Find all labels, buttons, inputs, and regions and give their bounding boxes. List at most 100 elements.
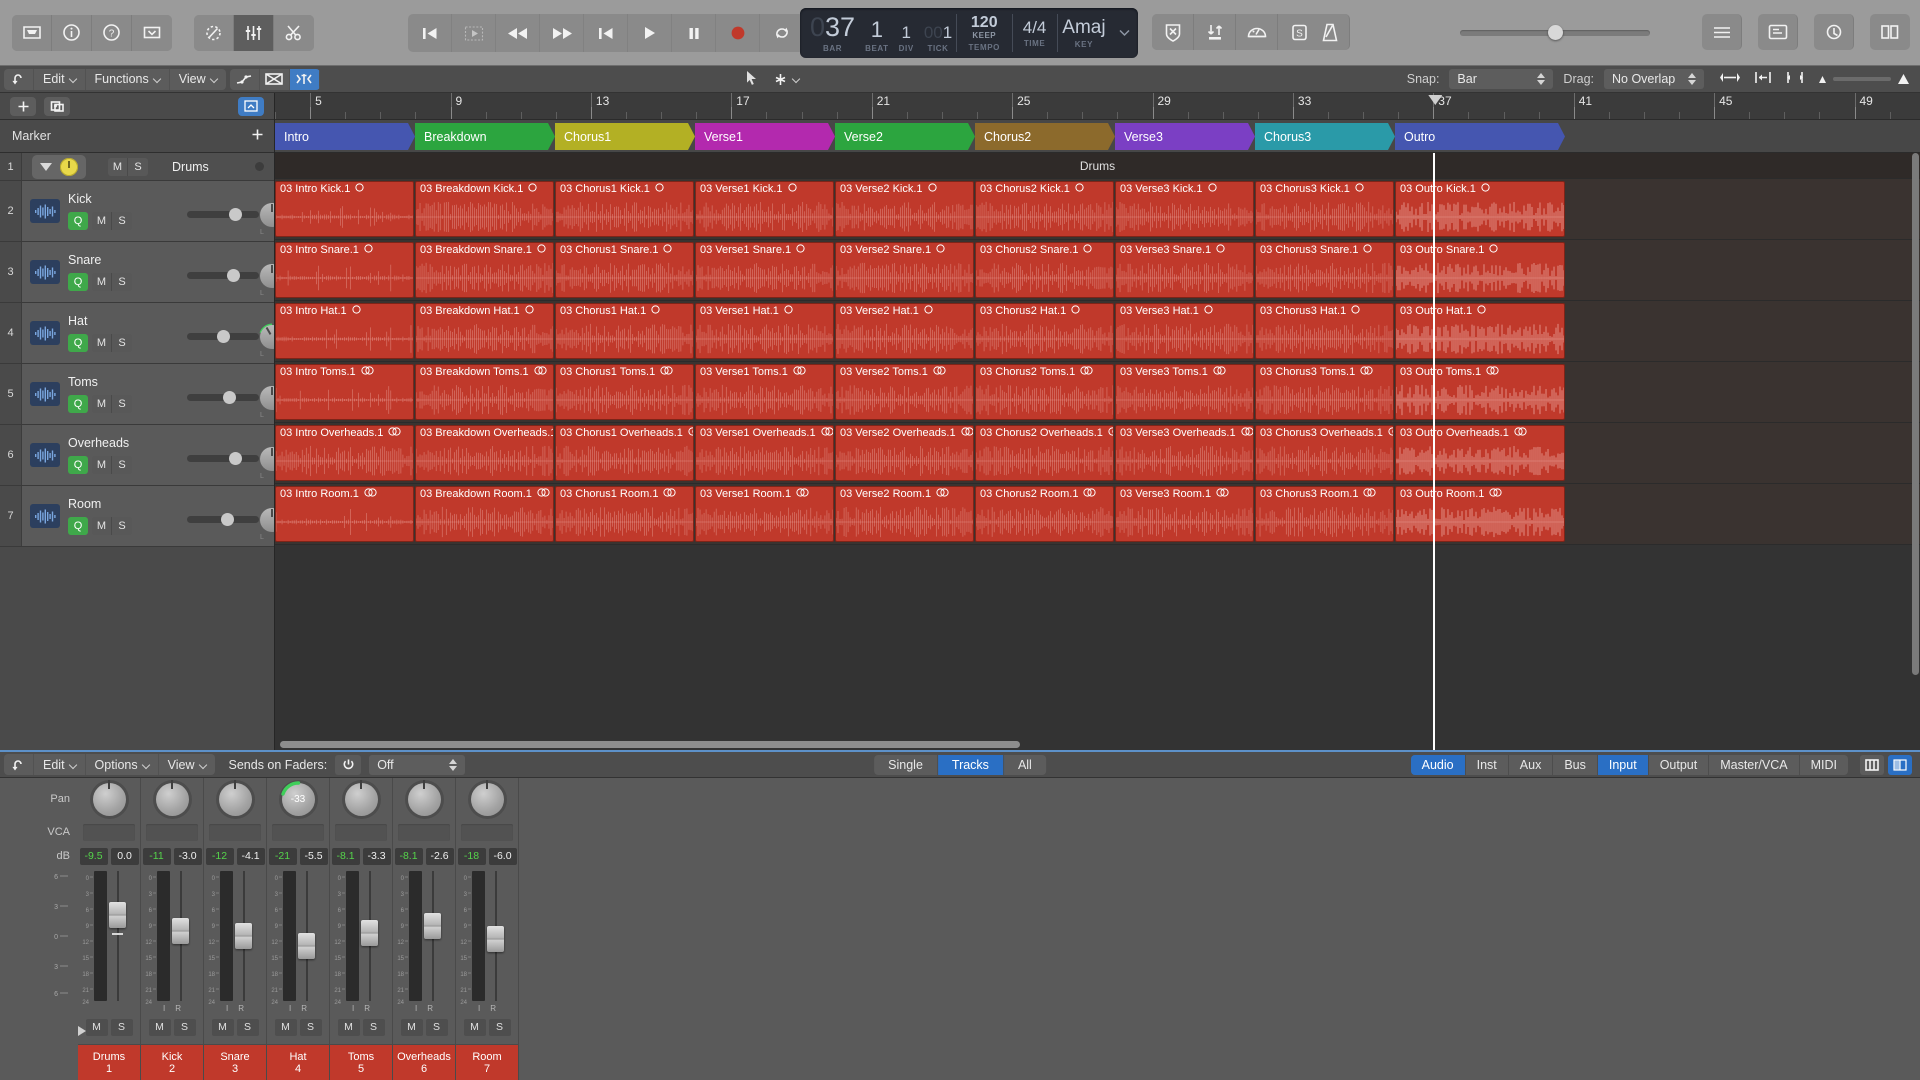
track-header-body[interactable]: M S Drums (22, 153, 274, 180)
snap-tool-icon[interactable] (289, 68, 320, 90)
region[interactable]: 03 Intro Toms.1 (275, 364, 414, 420)
pan-knob[interactable]: LR (260, 386, 274, 419)
vca-row[interactable] (398, 820, 450, 844)
mute-button[interactable]: M (92, 273, 112, 291)
region[interactable]: 03 Breakdown Room.1 (415, 486, 554, 542)
region[interactable]: 03 Intro Hat.1 (275, 303, 414, 359)
mixer-filter-aux[interactable]: Aux (1509, 754, 1554, 775)
region[interactable]: 03 Chorus1 Kick.1 (555, 181, 694, 237)
vca-row[interactable] (272, 820, 324, 844)
rewind-button[interactable] (496, 14, 540, 52)
cycle-button[interactable] (760, 14, 804, 52)
single-view-icon[interactable] (1860, 754, 1884, 775)
zoom-fit-icon[interactable] (1754, 71, 1772, 87)
mixer-menu-view[interactable]: View (159, 754, 215, 775)
scissors-icon[interactable] (274, 14, 314, 51)
mixer-scope-tracks[interactable]: Tracks (937, 754, 1004, 775)
quantize-button[interactable]: Q (68, 456, 88, 474)
region[interactable]: 03 Outro Snare.1 (1395, 242, 1565, 298)
sends-on-faders-select[interactable]: Off (369, 754, 466, 775)
pan-knob[interactable]: LR (260, 447, 274, 480)
vca-row[interactable] (209, 820, 261, 844)
mute-button[interactable]: M (108, 157, 128, 176)
volume-slider[interactable] (187, 513, 259, 526)
marker-verse3[interactable]: Verse3 (1115, 123, 1255, 150)
track-header-drums[interactable]: 1 M S Drums (0, 153, 274, 181)
vca-row[interactable] (146, 820, 198, 844)
region[interactable]: 03 Outro Overheads.1 (1395, 425, 1565, 481)
marker-outro[interactable]: Outro (1395, 123, 1565, 150)
db-peak-value[interactable]: -8.1 (394, 847, 423, 865)
go-to-end-button[interactable] (584, 14, 628, 52)
track-lane-hat[interactable]: 03 Intro Hat.1 03 Breakdown Hat.1 03 Choru… (275, 301, 1920, 362)
global-tracks-toggle-icon[interactable] (238, 96, 264, 116)
info-icon[interactable] (52, 14, 92, 51)
track-header-body[interactable]: Toms QMS LR (22, 364, 274, 424)
vertical-scrollbar[interactable] (1912, 153, 1919, 746)
db-fader-value[interactable]: -3.0 (173, 847, 202, 865)
record-enable-icon[interactable] (60, 157, 78, 176)
region[interactable]: 03 Chorus3 Hat.1 (1255, 303, 1394, 359)
mute-button[interactable]: M (85, 1018, 108, 1036)
mute-button[interactable]: M (211, 1018, 234, 1036)
region[interactable]: 03 Verse2 Room.1 (835, 486, 974, 542)
zoom-slider-icon[interactable] (1818, 73, 1910, 85)
channel-name-box[interactable]: Hat 4 (267, 1044, 329, 1080)
automation-curve-icon[interactable] (230, 68, 260, 90)
menu-edit[interactable]: Edit (34, 68, 86, 90)
mute-solo-group[interactable]: MS (92, 212, 132, 230)
pan-knob[interactable]: LR (260, 508, 274, 541)
db-peak-value[interactable]: -8.1 (331, 847, 360, 865)
solo-button[interactable]: S (112, 273, 132, 291)
region[interactable]: 03 Breakdown Kick.1 (415, 181, 554, 237)
channel-name-box[interactable]: Kick 2 (141, 1044, 203, 1080)
solo-button[interactable]: S (299, 1018, 322, 1036)
solo-button[interactable]: S (112, 456, 132, 474)
automation-icon[interactable] (194, 14, 234, 51)
mixer-scope-single[interactable]: Single (874, 754, 938, 775)
quantize-button[interactable]: Q (68, 517, 88, 535)
input-label[interactable]: I (352, 1004, 354, 1016)
inbox-icon[interactable] (12, 14, 52, 51)
tuner-icon[interactable] (1236, 14, 1278, 50)
track-header-body[interactable]: Overheads QMS LR (22, 425, 274, 485)
folder-track-lane[interactable]: Drums (275, 153, 1920, 179)
mixer-menu-options[interactable]: Options (86, 754, 159, 775)
mute-button[interactable]: M (400, 1018, 423, 1036)
volume-slider[interactable] (187, 208, 259, 221)
fast-forward-button[interactable] (540, 14, 584, 52)
zoom-horizontal-icon[interactable] (1786, 71, 1804, 87)
region[interactable]: 03 Verse2 Overheads.1 (835, 425, 974, 481)
track-header-body[interactable]: Hat QMS LR (22, 303, 274, 363)
quantize-button[interactable]: Q (68, 334, 88, 352)
region[interactable]: 03 Verse3 Room.1 (1115, 486, 1254, 542)
lcd-chevron-down-icon[interactable] (1111, 8, 1138, 58)
record-label[interactable]: R (427, 1004, 433, 1016)
pan-knob[interactable] (92, 779, 126, 816)
region[interactable]: 03 Breakdown Snare.1 (415, 242, 554, 298)
channel-name-box[interactable]: Drums 1 (78, 1044, 140, 1080)
mixer-filter-master-vca[interactable]: Master/VCA (1709, 754, 1800, 775)
track-header-overheads[interactable]: 6 Overheads QMS LR (0, 425, 274, 486)
plus-icon[interactable] (10, 96, 36, 116)
record-label[interactable]: R (490, 1004, 496, 1016)
region[interactable]: 03 Chorus1 Toms.1 (555, 364, 694, 420)
pan-knob[interactable] (407, 779, 441, 816)
marker-chorus1[interactable]: Chorus1 (555, 123, 695, 150)
mute-button[interactable]: M (148, 1018, 171, 1036)
db-peak-value[interactable]: -21 (268, 847, 297, 865)
track-name[interactable]: Toms (68, 375, 132, 389)
region[interactable]: 03 Verse2 Kick.1 (835, 181, 974, 237)
track-header-body[interactable]: Kick QMS LR (22, 181, 274, 241)
pan-knob[interactable]: LR (260, 203, 274, 236)
vca-row[interactable] (83, 820, 135, 844)
duplicate-track-icon[interactable] (44, 96, 70, 116)
pan-knob[interactable] (218, 779, 252, 816)
mute-solo-group[interactable]: MS (108, 157, 148, 176)
marker-verse1[interactable]: Verse1 (695, 123, 835, 150)
pan-knob[interactable]: LR (260, 264, 274, 297)
volume-fader[interactable] (235, 871, 252, 1001)
mute-button[interactable]: M (92, 334, 112, 352)
pan-knob[interactable] (470, 779, 504, 816)
lcd-key[interactable]: Amaj KEY (1056, 8, 1111, 58)
